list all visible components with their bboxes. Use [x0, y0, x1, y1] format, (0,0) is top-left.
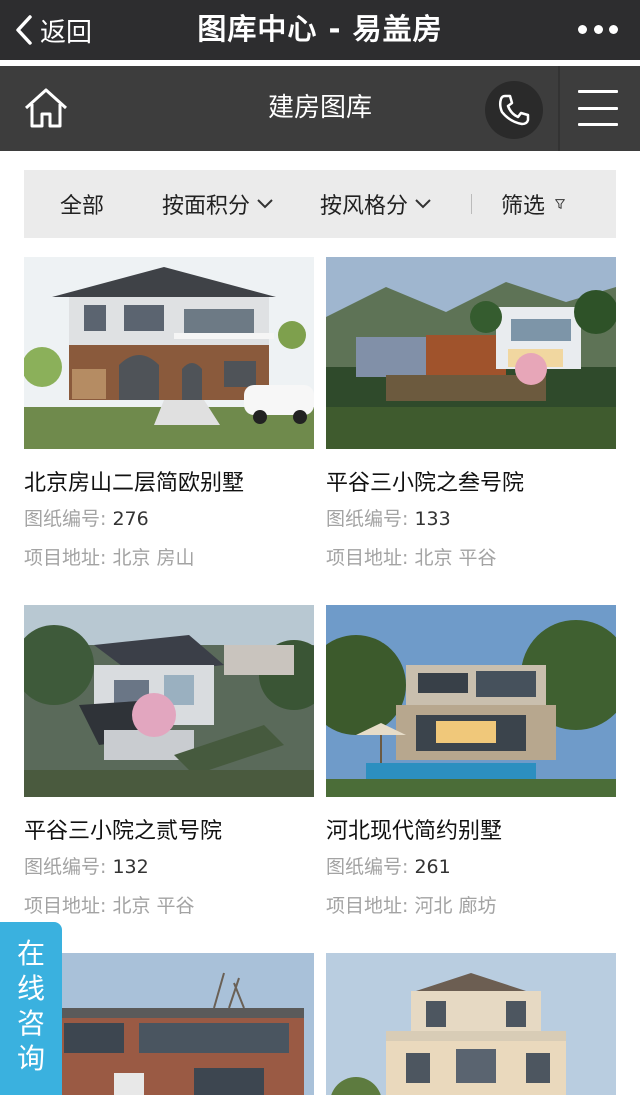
filter-button[interactable]: 筛选 — [501, 170, 569, 238]
card-title[interactable]: 北京房山二层简欧别墅 — [24, 469, 314, 499]
gallery-card[interactable] — [326, 953, 616, 1095]
card-drawing-no: 图纸编号: 261 — [326, 856, 451, 878]
chevron-down-icon — [415, 199, 431, 209]
gallery-card[interactable]: 河北现代简约别墅 图纸编号: 261 项目地址: 河北 廊坊 — [326, 605, 616, 919]
filter-by-style-label: 按风格分 — [320, 194, 409, 219]
page-title: 建房图库 — [267, 93, 372, 123]
consult-char: 咨 — [16, 1007, 45, 1040]
filter-all-label: 全部 — [60, 194, 105, 219]
card-drawing-no: 图纸编号: 276 — [24, 508, 149, 530]
card-address: 项目地址: 河北 廊坊 — [326, 895, 497, 917]
more-icon[interactable] — [578, 12, 618, 46]
gallery-card[interactable] — [24, 953, 314, 1095]
consult-char: 在 — [16, 937, 45, 970]
house-photo[interactable] — [326, 953, 616, 1095]
back-button[interactable]: 返回 — [14, 10, 92, 50]
house-photo[interactable] — [24, 257, 314, 449]
filter-funnel-icon — [555, 199, 565, 209]
card-address: 项目地址: 北京 平谷 — [24, 895, 195, 917]
menu-icon[interactable] — [578, 90, 618, 126]
house-photo[interactable] — [326, 257, 616, 449]
back-chevron-icon — [16, 15, 32, 45]
filter-separator — [471, 194, 472, 214]
filter-all[interactable]: 全部 — [60, 170, 104, 238]
home-icon[interactable] — [22, 84, 70, 132]
gallery-card[interactable]: 平谷三小院之贰号院 图纸编号: 132 项目地址: 北京 平谷 — [24, 605, 314, 919]
online-consult-button[interactable]: 在 线 咨 询 — [0, 922, 62, 1095]
filter-bar: 全部 按面积分 按风格分 筛选 — [24, 170, 616, 238]
consult-char: 询 — [16, 1042, 45, 1075]
chevron-down-icon — [257, 199, 273, 209]
filter-button-label: 筛选 — [501, 194, 546, 219]
top-bar: 返回 图库中心 - 易盖房 — [0, 0, 640, 60]
card-title[interactable]: 河北现代简约别墅 — [326, 817, 616, 847]
house-photo[interactable] — [24, 953, 314, 1095]
card-drawing-no: 图纸编号: 133 — [326, 508, 451, 530]
filter-by-style[interactable]: 按风格分 — [320, 170, 432, 238]
house-photo[interactable] — [326, 605, 616, 797]
window-title: 图库中心 - 易盖房 — [197, 12, 443, 46]
phone-button[interactable] — [485, 81, 543, 139]
filter-by-area-label: 按面积分 — [162, 194, 251, 219]
filter-by-area[interactable]: 按面积分 — [162, 170, 274, 238]
back-label: 返回 — [40, 17, 93, 48]
card-drawing-no: 图纸编号: 132 — [24, 856, 149, 878]
gallery-card[interactable]: 平谷三小院之叁号院 图纸编号: 133 项目地址: 北京 平谷 — [326, 257, 616, 571]
consult-char: 线 — [16, 972, 45, 1005]
navbar-divider — [558, 66, 560, 151]
site-navbar: 建房图库 — [0, 66, 640, 151]
card-title[interactable]: 平谷三小院之贰号院 — [24, 817, 314, 847]
house-photo[interactable] — [24, 605, 314, 797]
card-address: 项目地址: 北京 平谷 — [326, 547, 497, 569]
phone-icon — [498, 94, 530, 126]
card-title[interactable]: 平谷三小院之叁号院 — [326, 469, 616, 499]
card-address: 项目地址: 北京 房山 — [24, 547, 195, 569]
gallery-card[interactable]: 北京房山二层简欧别墅 图纸编号: 276 项目地址: 北京 房山 — [24, 257, 314, 571]
